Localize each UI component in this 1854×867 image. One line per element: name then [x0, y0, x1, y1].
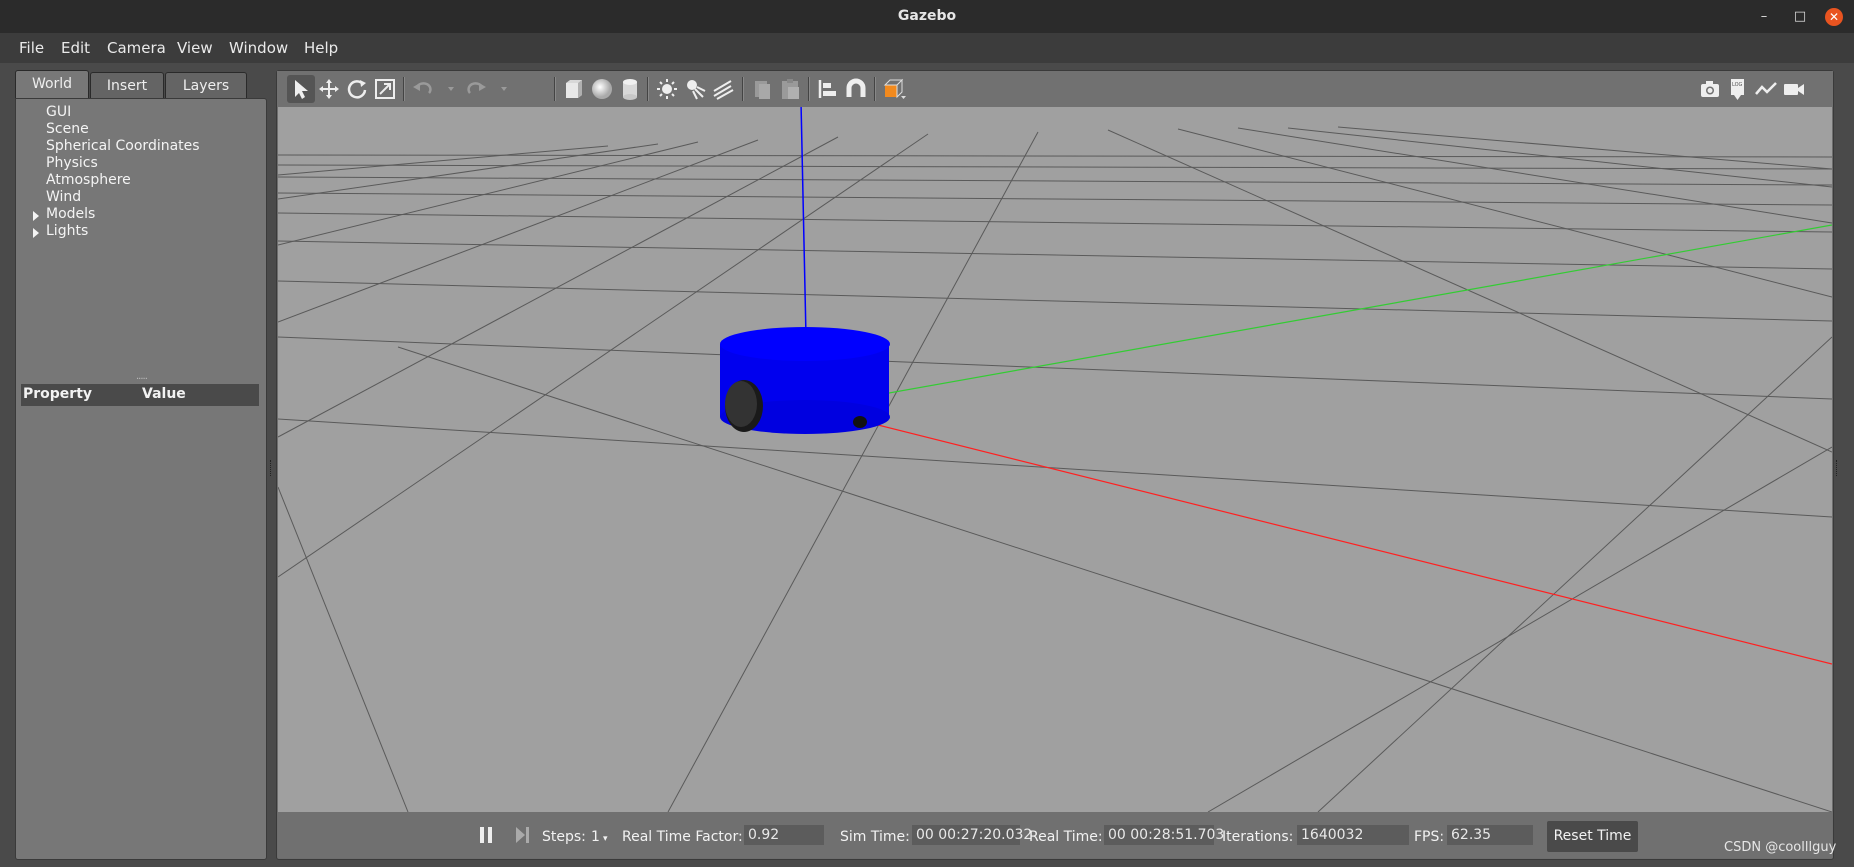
step-icon[interactable]	[515, 826, 531, 844]
tree-item-spherical-coordinates[interactable]: Spherical Coordinates	[46, 138, 200, 154]
maximize-button[interactable]: □	[1791, 8, 1809, 26]
real-time-factor-field: 0.92	[744, 825, 824, 845]
right-splitter-handle[interactable]	[1836, 460, 1840, 476]
log-icon[interactable]: LOG	[1724, 75, 1752, 103]
tab-world[interactable]: World	[15, 70, 89, 99]
snap-magnet-icon[interactable]	[842, 75, 870, 103]
translate-icon[interactable]	[315, 75, 343, 103]
menu-camera[interactable]: Camera	[107, 39, 166, 57]
value-column-header: Value	[142, 386, 186, 402]
expand-arrow-icon[interactable]	[33, 228, 39, 238]
steps-dropdown-icon[interactable]: ▾	[603, 834, 608, 844]
screenshot-camera-icon[interactable]	[1696, 75, 1724, 103]
select-arrow-icon[interactable]	[287, 75, 315, 103]
iterations-field: 1640032	[1297, 825, 1409, 845]
menu-edit[interactable]: Edit	[61, 39, 90, 57]
toolbar-separator	[874, 77, 876, 101]
title-bar: Gazebo – □ ✕	[0, 0, 1854, 33]
toolbar-separator	[808, 77, 810, 101]
menu-window[interactable]: Window	[229, 39, 288, 57]
world-tree-panel: GUI Scene Spherical Coordinates Physics …	[15, 98, 267, 860]
tree-item-atmosphere[interactable]: Atmosphere	[46, 172, 131, 188]
y-axis-line	[877, 224, 1832, 396]
steps-label: Steps:	[542, 829, 586, 845]
undo-dropdown-icon[interactable]	[437, 75, 454, 103]
fps-field: 62.35	[1447, 825, 1533, 845]
status-bar: Steps: 1 ▾ Real Time Factor: 0.92 Sim Ti…	[278, 812, 1832, 858]
tree-item-wind[interactable]: Wind	[46, 189, 81, 205]
menu-file[interactable]: File	[19, 39, 44, 57]
redo-dropdown-icon[interactable]	[490, 75, 507, 103]
reset-time-button[interactable]: Reset Time	[1547, 821, 1638, 852]
minimize-button[interactable]: –	[1755, 8, 1773, 26]
iterations-label: Iterations:	[1222, 829, 1294, 845]
left-splitter-handle[interactable]	[270, 460, 274, 476]
fps-label: FPS:	[1414, 829, 1445, 845]
toolbar-separator	[647, 77, 649, 101]
3d-viewport[interactable]	[278, 107, 1832, 812]
scale-icon[interactable]	[371, 75, 399, 103]
align-icon[interactable]	[814, 75, 842, 103]
z-axis-line	[800, 107, 807, 338]
toolbar: LOG	[277, 71, 1833, 107]
robot-model[interactable]	[720, 327, 890, 434]
box-shape-icon[interactable]	[560, 75, 588, 103]
point-light-icon[interactable]	[653, 75, 681, 103]
window-title: Gazebo	[897, 8, 957, 24]
property-table-header: Property Value	[21, 384, 259, 406]
tab-insert[interactable]: Insert	[90, 72, 164, 99]
scene-canvas[interactable]	[278, 107, 1832, 812]
undo-icon[interactable]	[409, 75, 437, 103]
copy-icon[interactable]	[748, 75, 776, 103]
menu-bar: File Edit Camera View Window Help	[0, 33, 1854, 63]
tree-item-models[interactable]: Models	[46, 206, 95, 222]
steps-value[interactable]: 1	[591, 829, 600, 845]
sphere-shape-icon[interactable]	[588, 75, 616, 103]
video-record-icon[interactable]	[1780, 75, 1808, 103]
tree-item-gui[interactable]: GUI	[46, 104, 71, 120]
x-axis-line	[837, 414, 1832, 665]
directional-light-icon[interactable]	[709, 75, 737, 103]
real-time-label: Real Time:	[1029, 829, 1103, 845]
rotate-icon[interactable]	[343, 75, 371, 103]
redo-icon[interactable]	[462, 75, 490, 103]
property-column-header: Property	[23, 386, 93, 402]
cylinder-shape-icon[interactable]	[616, 75, 644, 103]
tab-layers[interactable]: Layers	[165, 72, 247, 99]
close-button[interactable]: ✕	[1825, 8, 1843, 26]
menu-help[interactable]: Help	[304, 39, 338, 57]
plot-icon[interactable]	[1752, 75, 1780, 103]
menu-view[interactable]: View	[177, 39, 213, 57]
svg-text:LOG: LOG	[1732, 82, 1743, 88]
toolbar-separator	[742, 77, 744, 101]
splitter-handle[interactable]: .....	[136, 371, 148, 382]
real-time-factor-label: Real Time Factor:	[622, 829, 743, 845]
expand-arrow-icon[interactable]	[33, 211, 39, 221]
sim-time-field: 00 00:27:20.032	[912, 825, 1032, 845]
paste-icon[interactable]	[776, 75, 804, 103]
pause-icon[interactable]	[479, 826, 493, 844]
tree-item-lights[interactable]: Lights	[46, 223, 88, 239]
watermark: CSDN @coolllguy	[1724, 840, 1837, 855]
toolbar-separator	[554, 77, 556, 101]
tree-item-scene[interactable]: Scene	[46, 121, 89, 137]
toolbar-separator	[403, 77, 405, 101]
spot-light-icon[interactable]	[681, 75, 709, 103]
sim-time-label: Sim Time:	[840, 829, 910, 845]
view-angle-icon[interactable]	[880, 75, 908, 103]
tree-item-physics[interactable]: Physics	[46, 155, 98, 171]
real-time-field: 00 00:28:51.703	[1104, 825, 1224, 845]
left-panel: World Insert Layers GUI Scene Spherical …	[15, 70, 267, 860]
